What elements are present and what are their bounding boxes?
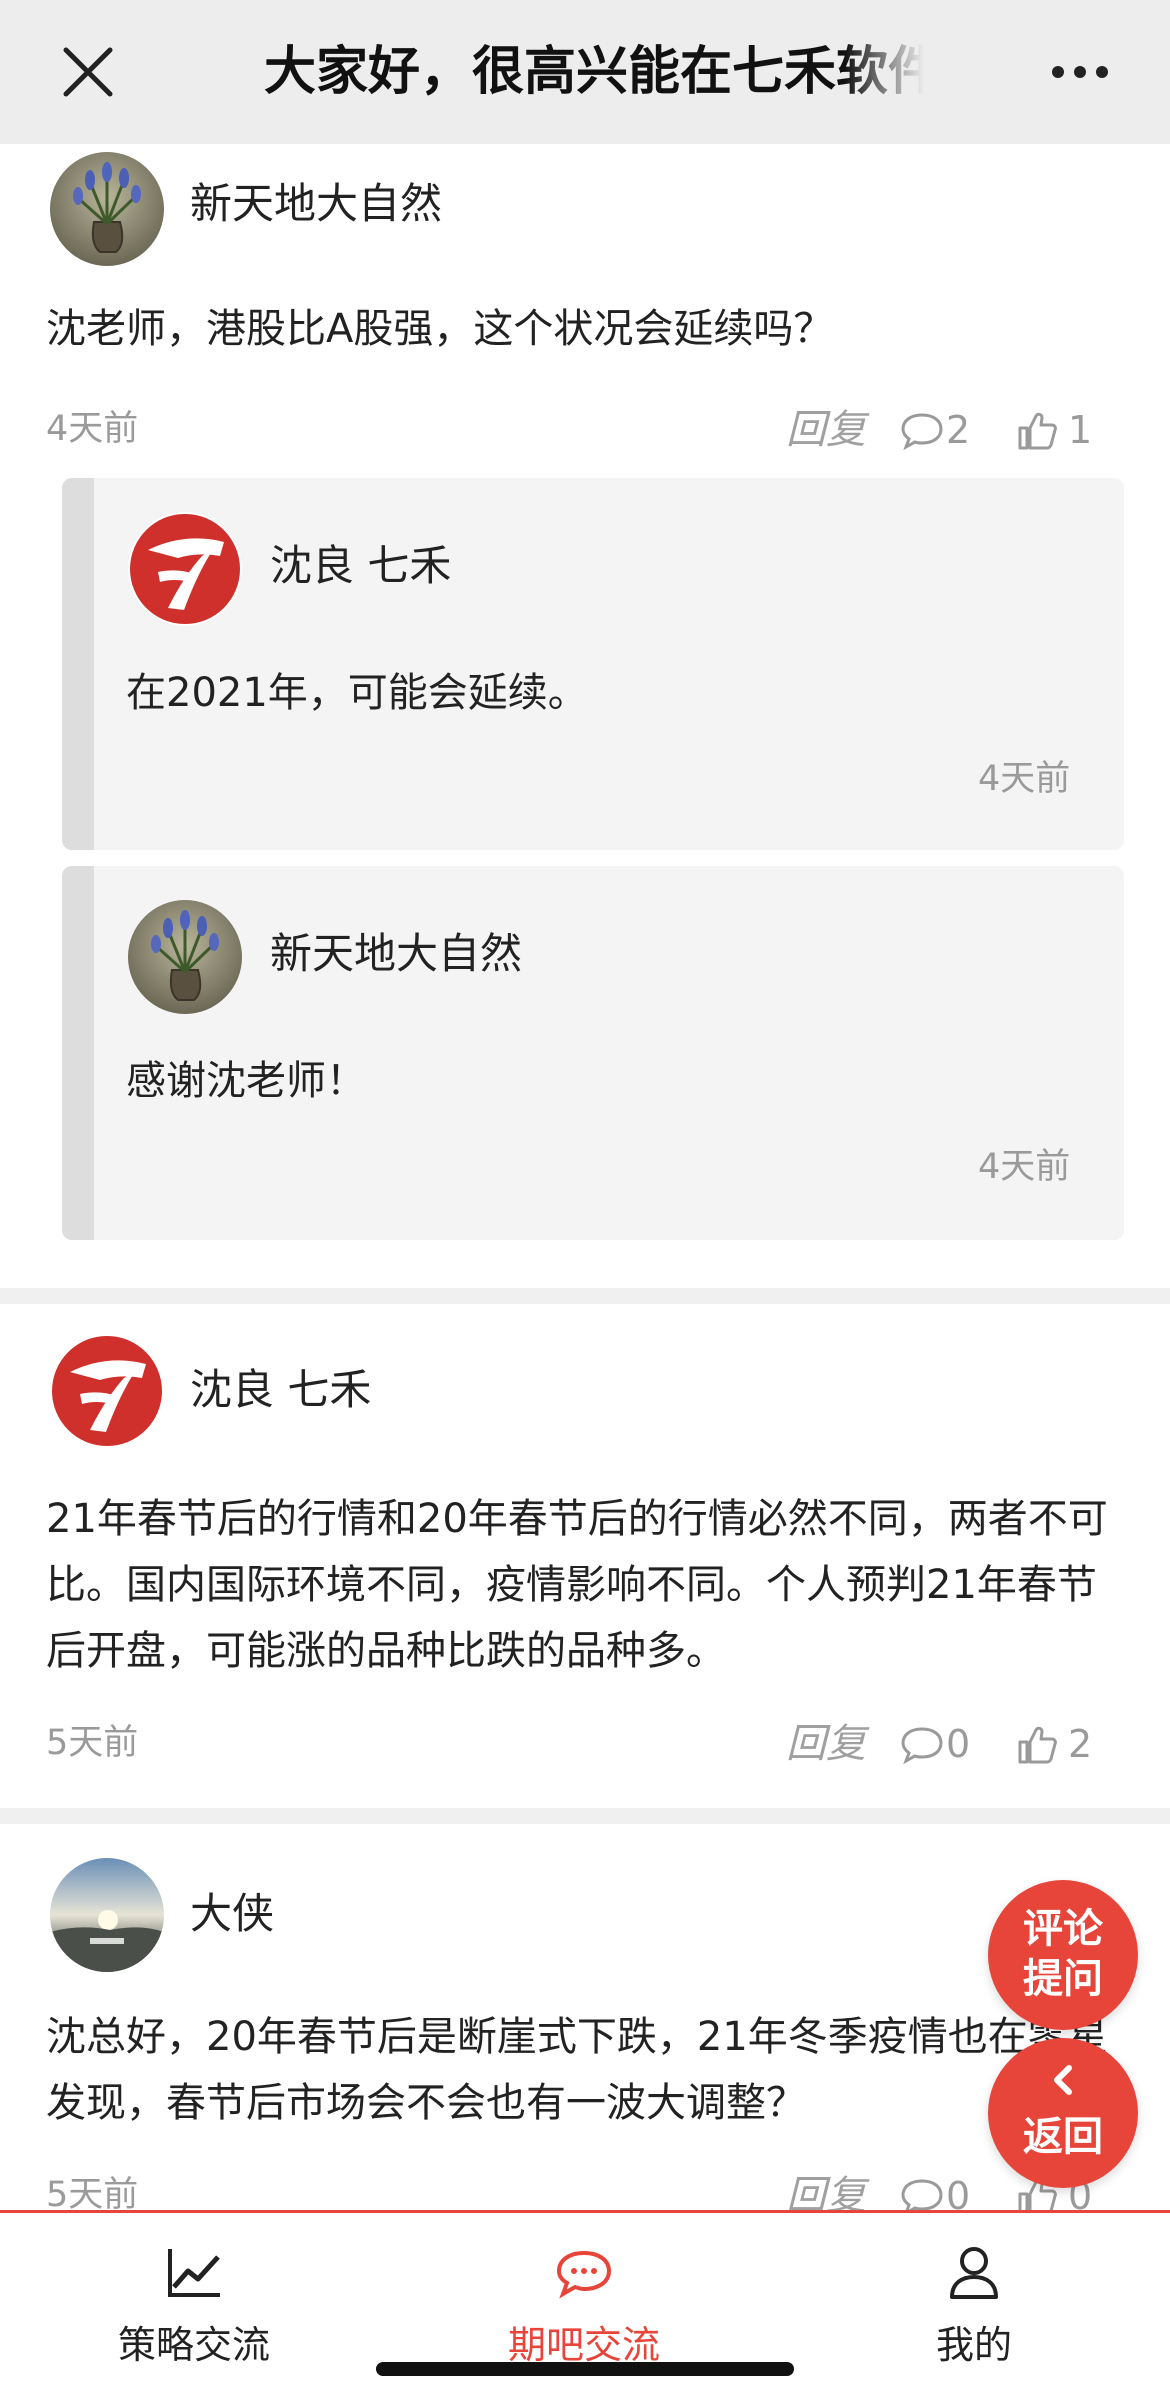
chart-line-icon bbox=[164, 2243, 224, 2303]
comment-count: 0 bbox=[946, 2174, 971, 2210]
post-username: 新天地大自然 bbox=[190, 179, 443, 228]
post-time: 5天前 bbox=[46, 1723, 139, 1763]
reply-button[interactable]: 回复 bbox=[786, 1714, 866, 1774]
comment-count: 0 bbox=[946, 1722, 971, 1766]
post-time: 4天前 bbox=[46, 409, 139, 449]
post-content: 沈老师，港股比A股强，这个状况会延续吗？ bbox=[46, 306, 834, 352]
chevron-left-icon bbox=[988, 2060, 1138, 2112]
reply-indicator-bar bbox=[62, 478, 94, 850]
chat-bubble-icon bbox=[554, 2243, 614, 2303]
flower-vase-avatar[interactable] bbox=[50, 152, 164, 266]
comment-button-line2: 提问 bbox=[1023, 1956, 1103, 2002]
post-actions: 回复 2 1 bbox=[780, 400, 1120, 460]
tab-label: 策略交流 bbox=[117, 2323, 270, 2367]
tab-label: 我的 bbox=[935, 2323, 1012, 2367]
qihe-logo-avatar[interactable] bbox=[50, 1334, 164, 1448]
post-separator bbox=[0, 1288, 1170, 1304]
back-button[interactable]: 返回 bbox=[988, 2038, 1138, 2188]
reply-content: 在2021年，可能会延续。 bbox=[126, 670, 588, 716]
reply-button[interactable]: 回复 bbox=[786, 400, 866, 460]
like-count: 2 bbox=[1068, 1722, 1093, 1766]
qihe-logo-avatar[interactable] bbox=[128, 512, 242, 626]
post-time: 5天前 bbox=[46, 2175, 139, 2210]
like-icon[interactable] bbox=[1016, 1724, 1058, 1770]
reply-username: 沈良 七禾 bbox=[270, 541, 452, 590]
tab-strategy-exchange[interactable]: 策略交流 bbox=[44, 2213, 344, 2400]
reply-indicator-bar bbox=[62, 866, 94, 1240]
post-actions: 回复 0 2 bbox=[780, 1714, 1120, 1774]
post-content: 21年春节后的行情和20年春节后的行情必然不同，两者不可比。国内国际环境不同，疫… bbox=[46, 1496, 1108, 1674]
post-separator bbox=[0, 1808, 1170, 1824]
comment-count: 2 bbox=[946, 408, 971, 452]
reply-content: 感谢沈老师！ bbox=[126, 1058, 366, 1104]
reply-item: 新天地大自然 感谢沈老师！ 4天前 bbox=[62, 866, 1124, 1240]
post-item: 新天地大自然 沈老师，港股比A股强，这个状况会延续吗？ 4天前 回复 2 1 沈… bbox=[0, 144, 1170, 1300]
reply-time: 4天前 bbox=[978, 1147, 1071, 1187]
comment-icon[interactable] bbox=[900, 412, 944, 454]
post-item: 沈良 七禾 21年春节后的行情和20年春节后的行情必然不同，两者不可比。国内国际… bbox=[0, 1304, 1170, 1808]
reply-username: 新天地大自然 bbox=[270, 929, 523, 978]
comment-button-line1: 评论 bbox=[1023, 1906, 1103, 1952]
comment-icon[interactable] bbox=[900, 2178, 944, 2210]
post-content: 沈总好，20年春节后是断崖式下跌，21年冬季疫情也在零星发现，春节后市场会不会也… bbox=[46, 2014, 1108, 2126]
reply-item: 沈良 七禾 在2021年，可能会延续。 4天前 bbox=[62, 478, 1124, 850]
close-icon[interactable] bbox=[56, 40, 120, 104]
user-icon bbox=[944, 2243, 1004, 2303]
home-indicator bbox=[376, 2362, 794, 2376]
like-count: 1 bbox=[1068, 408, 1093, 452]
top-navigation-bar: 大家好，很高兴能在七禾软件 bbox=[0, 0, 1170, 144]
reply-button[interactable]: 回复 bbox=[786, 2166, 866, 2210]
comment-question-button[interactable]: 评论 提问 bbox=[988, 1880, 1138, 2030]
like-icon[interactable] bbox=[1016, 410, 1058, 456]
landscape-avatar[interactable] bbox=[50, 1858, 164, 1972]
more-icon[interactable] bbox=[1050, 56, 1110, 88]
post-username: 大侠 bbox=[190, 1889, 275, 1938]
tab-mine[interactable]: 我的 bbox=[824, 2213, 1124, 2400]
reply-time: 4天前 bbox=[978, 759, 1071, 799]
post-username: 沈良 七禾 bbox=[190, 1365, 372, 1414]
flower-vase-avatar[interactable] bbox=[128, 900, 242, 1014]
page-title: 大家好，很高兴能在七禾软件 bbox=[264, 42, 924, 102]
back-label: 返回 bbox=[1023, 2114, 1103, 2160]
comment-icon[interactable] bbox=[900, 1726, 944, 1768]
